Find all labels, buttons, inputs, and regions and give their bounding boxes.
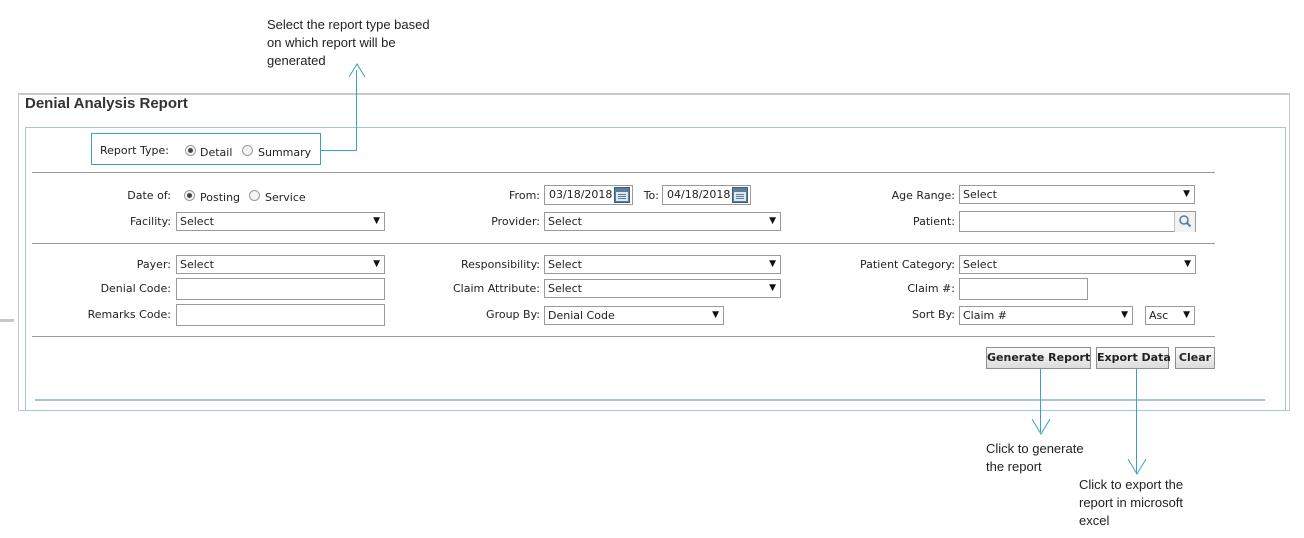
clear-button[interactable]: Clear <box>1175 347 1215 369</box>
chevron-down-icon: ▼ <box>769 259 776 269</box>
report-type-detail-label: Detail <box>200 146 233 159</box>
panel-bottom-rule <box>35 399 1265 401</box>
remarks-code-input[interactable] <box>176 304 385 326</box>
arrow-up-icon <box>348 63 366 78</box>
claim-attribute-label: Claim Attribute: <box>452 282 540 295</box>
date-of-service-radio[interactable] <box>249 190 260 201</box>
sort-order-select[interactable]: Asc ▼ <box>1145 306 1195 325</box>
annotation-connector <box>321 150 357 151</box>
provider-select[interactable]: Select ▼ <box>544 212 781 231</box>
page-title: Denial Analysis Report <box>25 95 188 112</box>
chevron-down-icon: ▼ <box>373 216 380 226</box>
arrow-down-icon <box>1127 458 1147 475</box>
patient-category-select[interactable]: Select ▼ <box>959 255 1196 274</box>
to-date-value: 04/18/2018 <box>667 188 731 201</box>
claim-no-label: Claim #: <box>907 282 955 295</box>
claim-attribute-value: Select <box>548 282 582 295</box>
sort-by-select[interactable]: Claim # ▼ <box>959 306 1133 325</box>
responsibility-label: Responsibility: <box>461 258 540 271</box>
group-by-value: Denial Code <box>548 309 615 322</box>
arrow-down-icon <box>1031 418 1051 435</box>
edge-mark <box>0 319 14 322</box>
provider-value: Select <box>548 215 582 228</box>
payer-value: Select <box>180 258 214 271</box>
chevron-down-icon: ▼ <box>769 216 776 226</box>
patient-category-label: Patient Category: <box>860 258 955 271</box>
chevron-down-icon: ▼ <box>373 259 380 269</box>
chevron-down-icon: ▼ <box>769 283 776 293</box>
chevron-down-icon: ▼ <box>712 310 719 320</box>
chevron-down-icon: ▼ <box>1184 259 1191 269</box>
denial-code-label: Denial Code: <box>100 282 171 295</box>
report-type-summary-radio[interactable] <box>242 145 253 156</box>
divider <box>32 243 1215 244</box>
export-annotation: Click to export the report in microsoft … <box>1079 477 1184 528</box>
divider <box>32 336 1215 337</box>
payer-select[interactable]: Select ▼ <box>176 255 385 274</box>
calendar-icon[interactable] <box>614 187 630 203</box>
responsibility-value: Select <box>548 258 582 271</box>
patient-input[interactable] <box>959 211 1196 232</box>
date-of-posting-label: Posting <box>200 191 241 204</box>
export-data-button[interactable]: Export Data <box>1096 347 1171 369</box>
calendar-icon[interactable] <box>732 187 748 203</box>
chevron-down-icon: ▼ <box>1183 189 1190 199</box>
chevron-down-icon: ▼ <box>1183 310 1190 320</box>
from-date-value: 03/18/2018 <box>549 188 613 201</box>
facility-label: Facility: <box>129 215 171 228</box>
facility-select[interactable]: Select ▼ <box>176 212 385 231</box>
generate-report-button[interactable]: Generate Report <box>986 347 1091 369</box>
date-of-posting-radio[interactable] <box>184 190 195 201</box>
from-label: From: <box>509 189 540 202</box>
report-type-detail-radio[interactable] <box>185 145 196 156</box>
age-range-value: Select <box>963 188 997 201</box>
payer-label: Payer: <box>136 258 171 271</box>
claim-no-input[interactable] <box>959 278 1088 300</box>
group-by-label: Group By: <box>486 308 540 321</box>
patient-category-value: Select <box>963 258 997 271</box>
generate-annotation: Click to generate the report <box>986 441 1084 474</box>
denial-code-input[interactable] <box>176 278 385 300</box>
report-type-label: Report Type: <box>100 144 169 157</box>
annotation-connector <box>356 70 357 151</box>
divider <box>32 172 1215 173</box>
to-label: To: <box>643 189 659 202</box>
group-by-select[interactable]: Denial Code ▼ <box>544 306 724 325</box>
age-range-label: Age Range: <box>891 189 955 202</box>
sort-order-value: Asc <box>1149 309 1169 322</box>
from-date-input[interactable]: 03/18/2018 <box>544 185 633 205</box>
facility-value: Select <box>180 215 214 228</box>
report-type-summary-label: Summary <box>258 146 312 159</box>
chevron-down-icon: ▼ <box>1121 310 1128 320</box>
remarks-code-label: Remarks Code: <box>87 308 171 321</box>
search-icon[interactable] <box>1174 212 1195 232</box>
date-of-service-label: Service <box>265 191 306 204</box>
claim-attribute-select[interactable]: Select ▼ <box>544 279 781 298</box>
to-date-input[interactable]: 04/18/2018 <box>662 185 751 205</box>
sort-by-value: Claim # <box>963 309 1007 322</box>
responsibility-select[interactable]: Select ▼ <box>544 255 781 274</box>
date-of-label: Date of: <box>127 189 171 202</box>
provider-label: Provider: <box>491 215 540 228</box>
sort-by-label: Sort By: <box>911 308 955 321</box>
patient-label: Patient: <box>912 215 955 228</box>
age-range-select[interactable]: Select ▼ <box>959 185 1195 204</box>
